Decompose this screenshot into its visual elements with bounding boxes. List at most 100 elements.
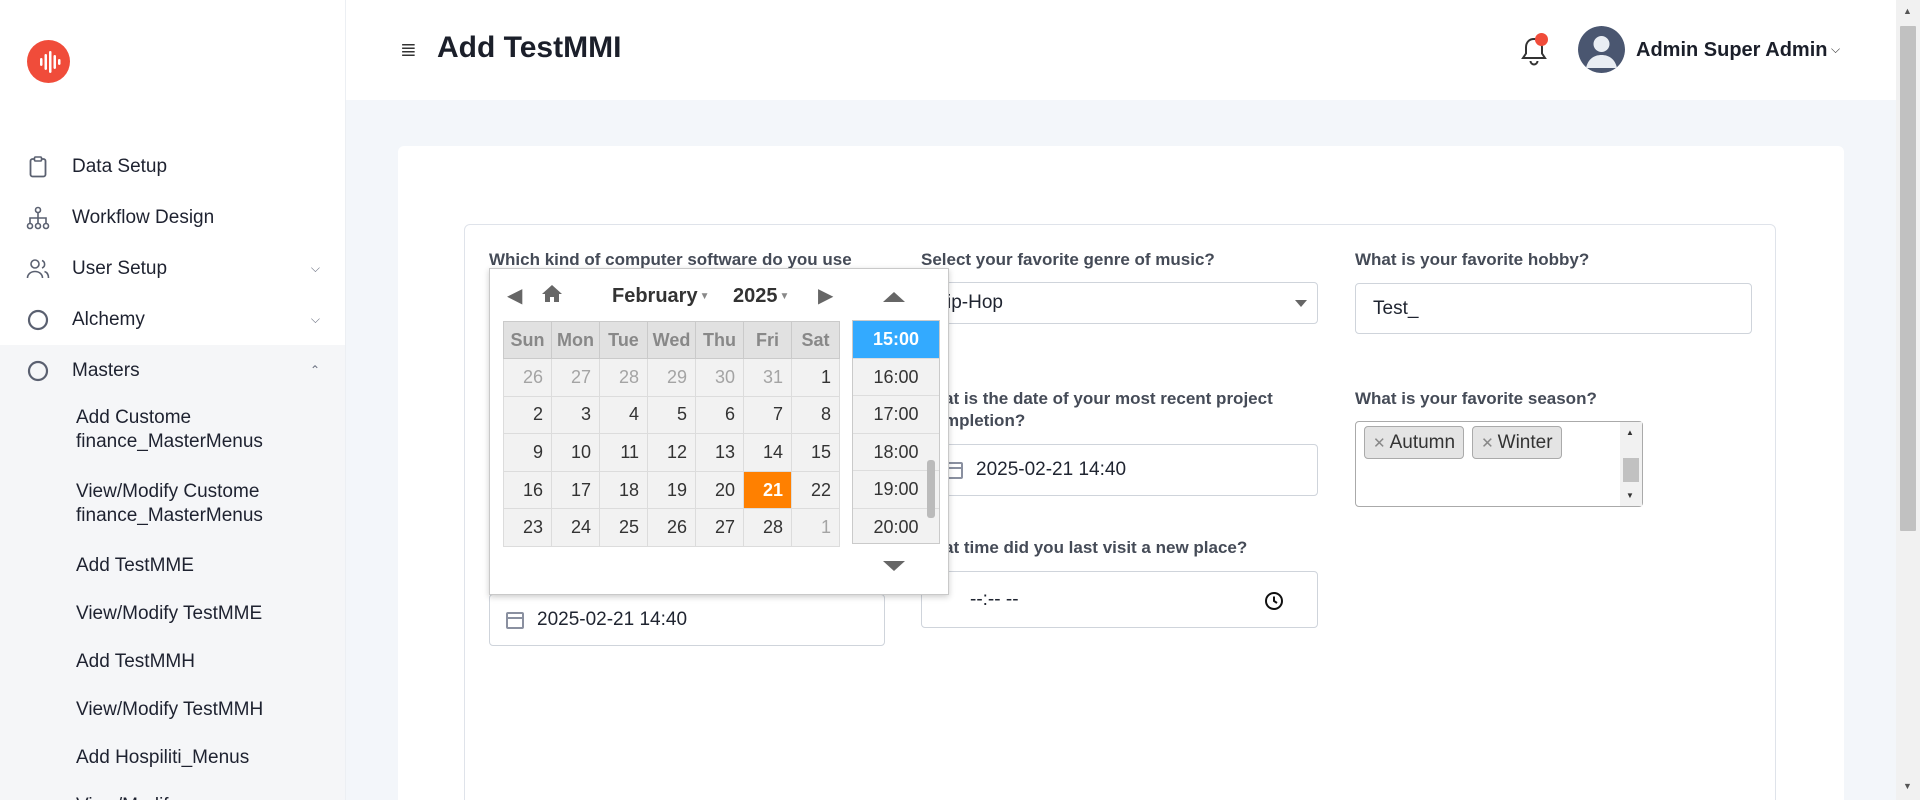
sidebar-item-user-setup[interactable]: User Setup ⌵ <box>0 243 345 294</box>
submenu-item[interactable]: View/Modify TestMME <box>0 596 345 644</box>
submenu-item[interactable]: View/Modify <box>0 788 345 800</box>
calendar-day[interactable]: 27 <box>551 358 600 397</box>
calendar-day[interactable]: 2 <box>503 395 552 435</box>
scroll-down-arrow-icon[interactable]: ▼ <box>1903 781 1912 791</box>
calendar-day[interactable]: 28 <box>743 508 792 547</box>
calendar-day[interactable]: 18 <box>599 470 648 510</box>
scroll-thumb[interactable] <box>1900 26 1916 531</box>
calendar-day[interactable]: 22 <box>791 470 840 510</box>
avatar[interactable] <box>1578 26 1625 73</box>
home-icon[interactable] <box>541 283 563 309</box>
calendar-day[interactable]: 5 <box>647 395 696 435</box>
submenu-item[interactable]: View/Modify Custome finance_MasterMenus <box>0 474 345 548</box>
time-option[interactable]: 15:00 <box>853 321 939 359</box>
sidebar: Data Setup Workflow Design User Setup ⌵ … <box>0 0 346 800</box>
time-list-scrollbar[interactable] <box>927 460 935 518</box>
calendar-day[interactable]: 25 <box>599 508 648 547</box>
calendar-day[interactable]: 9 <box>503 433 552 472</box>
calendar-day[interactable]: 28 <box>599 358 648 397</box>
hobby-input[interactable]: Test_ <box>1355 283 1752 334</box>
year-selector[interactable]: 2025 ▼ <box>733 285 789 308</box>
weekday-header: Tue <box>599 321 648 359</box>
selected-tag[interactable]: ✕ Winter <box>1472 426 1562 459</box>
calendar-day[interactable]: 26 <box>503 358 552 397</box>
sidebar-item-workflow-design[interactable]: Workflow Design <box>0 192 345 243</box>
calendar-day[interactable]: 27 <box>695 508 744 547</box>
calendar-day[interactable]: 4 <box>599 395 648 435</box>
calendar-day[interactable]: 29 <box>647 358 696 397</box>
submenu-item[interactable]: Add TestMMH <box>0 644 345 692</box>
page-scrollbar[interactable]: ▲ ▼ <box>1896 0 1920 800</box>
calendar-grid: Sun Mon Tue Wed Thu Fri Sat 26 27 28 29 30 31 1 2 3 4 5 6… <box>503 321 840 547</box>
datetime-input[interactable]: 2025-02-21 14:40 <box>921 444 1318 496</box>
calendar-day[interactable]: 17 <box>551 470 600 510</box>
chevron-up-icon: ⌃ <box>309 363 320 377</box>
selected-tag[interactable]: ✕ Autumn <box>1364 426 1465 459</box>
calendar-day[interactable]: 30 <box>695 358 744 397</box>
time-option[interactable]: 17:00 <box>853 396 939 434</box>
next-month-icon[interactable]: ▶ <box>818 283 833 308</box>
clock-icon[interactable] <box>1264 591 1284 611</box>
notification-dot <box>1535 33 1548 46</box>
scroll-up-arrow-icon[interactable]: ▲ <box>1903 6 1912 16</box>
multiselect-scrollbar[interactable]: ▲ ▼ <box>1620 422 1642 506</box>
season-multiselect[interactable]: ✕ Autumn ✕ Winter ▲ ▼ <box>1355 421 1643 507</box>
music-genre-select[interactable]: ip-Hop <box>921 282 1318 324</box>
sidebar-item-masters[interactable]: Masters ⌃ <box>0 345 345 396</box>
calendar-day[interactable]: 15 <box>791 433 840 472</box>
month-selector[interactable]: February ▼ <box>612 285 710 308</box>
calendar-day[interactable]: 14 <box>743 433 792 472</box>
question-label: What is your favorite season? <box>1355 389 1597 408</box>
chevron-down-icon[interactable]: ⌵ <box>1831 42 1840 57</box>
hamburger-menu-icon[interactable]: ≣ <box>400 40 417 60</box>
calendar-day[interactable]: 19 <box>647 470 696 510</box>
remove-tag-icon[interactable]: ✕ <box>1373 434 1386 452</box>
scroll-down-arrow-icon[interactable]: ▼ <box>1626 491 1634 500</box>
submenu-item[interactable]: Add Custome finance_MasterMenus <box>0 400 345 474</box>
prev-month-icon[interactable]: ◀ <box>507 283 522 308</box>
question-label: What is your favorite hobby? <box>1355 250 1590 269</box>
time-input[interactable]: --:-- -- <box>921 571 1318 628</box>
time-scroll-down-icon[interactable] <box>883 561 905 571</box>
user-name[interactable]: Admin Super Admin <box>1636 39 1827 62</box>
calendar-icon <box>506 611 524 629</box>
sidebar-item-label: Data Setup <box>72 155 168 177</box>
top-header: ≣ Add TestMMI Admin Super Admin ⌵ <box>346 0 1896 100</box>
calendar-day[interactable]: 1 <box>791 358 840 397</box>
time-scroll-up-icon[interactable] <box>883 292 905 302</box>
calendar-day[interactable]: 7 <box>743 395 792 435</box>
weekday-header: Sun <box>503 321 552 359</box>
caret-down-icon: ▼ <box>699 291 710 303</box>
datetime-value: 2025-02-21 14:40 <box>976 459 1127 480</box>
calendar-day[interactable]: 16 <box>503 470 552 510</box>
remove-tag-icon[interactable]: ✕ <box>1481 434 1494 452</box>
weekday-header: Mon <box>551 321 600 359</box>
sidebar-item-label: Alchemy <box>72 308 145 330</box>
calendar-day[interactable]: 10 <box>551 433 600 472</box>
question-label: Select your favorite genre of music? <box>921 250 1215 269</box>
app-logo[interactable] <box>27 40 70 83</box>
clipboard-icon <box>26 155 50 179</box>
sidebar-item-alchemy[interactable]: Alchemy ⌵ <box>0 294 345 345</box>
time-option[interactable]: 16:00 <box>853 359 939 396</box>
scroll-up-arrow-icon[interactable]: ▲ <box>1626 428 1634 437</box>
calendar-day[interactable]: 8 <box>791 395 840 435</box>
calendar-day[interactable]: 31 <box>743 358 792 397</box>
calendar-day[interactable]: 6 <box>695 395 744 435</box>
submenu-item[interactable]: Add TestMME <box>0 548 345 596</box>
calendar-day[interactable]: 23 <box>503 508 552 547</box>
submenu-item[interactable]: View/Modify TestMMH <box>0 692 345 740</box>
calendar-day[interactable]: 3 <box>551 395 600 435</box>
calendar-day[interactable]: 20 <box>695 470 744 510</box>
calendar-day[interactable]: 26 <box>647 508 696 547</box>
submenu-item[interactable]: Add Hospiliti_Menus <box>0 740 345 788</box>
calendar-day[interactable]: 11 <box>599 433 648 472</box>
sidebar-item-data-setup[interactable]: Data Setup <box>0 141 345 192</box>
calendar-day[interactable]: 24 <box>551 508 600 547</box>
calendar-day[interactable]: 12 <box>647 433 696 472</box>
calendar-day[interactable]: 1 <box>791 508 840 547</box>
scroll-thumb[interactable] <box>1623 458 1639 482</box>
datetime-input[interactable]: 2025-02-21 14:40 <box>489 594 885 646</box>
calendar-day[interactable]: 13 <box>695 433 744 472</box>
calendar-day-selected[interactable]: 21 <box>743 470 792 510</box>
